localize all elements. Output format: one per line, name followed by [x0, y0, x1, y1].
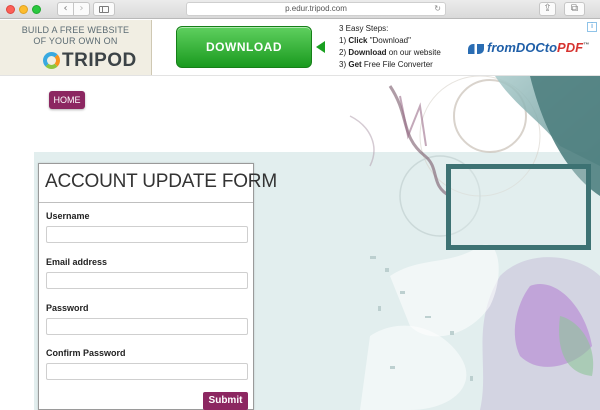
fromdoc-mark-icon	[468, 43, 484, 54]
password-input[interactable]	[46, 318, 248, 335]
zoom-window-button[interactable]	[32, 5, 41, 14]
steps-heading: 3 Easy Steps:	[339, 24, 389, 33]
step-1: 1) Click "Download"	[339, 36, 411, 45]
username-input[interactable]	[46, 226, 248, 243]
account-update-form: ACCOUNT UPDATE FORM Username Email addre…	[38, 163, 277, 410]
tabs-icon[interactable]: ⧉	[564, 2, 585, 16]
back-icon[interactable]: ‹	[57, 2, 74, 16]
tripod-logo: TRIPOD	[43, 50, 137, 72]
form-title: ACCOUNT UPDATE FORM	[45, 171, 277, 192]
minimize-window-button[interactable]	[19, 5, 28, 14]
step-3: 3) Get Free File Converter	[339, 60, 433, 69]
tripod-ad-line-2: OF YOUR OWN ON	[33, 36, 118, 46]
download-button[interactable]: DOWNLOAD	[176, 26, 312, 68]
title-divider	[39, 202, 253, 203]
email-input[interactable]	[46, 272, 248, 289]
confirm-password-label: Confirm Password	[46, 348, 126, 358]
share-icon[interactable]: ⇪	[539, 2, 556, 16]
browser-toolbar: ‹ › p.edur.tripod.com ↻ ⇪ ⧉	[0, 0, 600, 19]
home-button[interactable]: HOME	[49, 91, 85, 109]
password-label: Password	[46, 303, 89, 313]
arrow-left-icon	[316, 41, 325, 53]
tripod-ad[interactable]: BUILD A FREE WEBSITE OF YOUR OWN ON TRIP…	[0, 20, 152, 75]
address-bar[interactable]: p.edur.tripod.com ↻	[186, 2, 446, 16]
email-label: Email address	[46, 257, 108, 267]
ad-banner: BUILD A FREE WEBSITE OF YOUR OWN ON TRIP…	[0, 20, 600, 76]
submit-button[interactable]: Submit	[203, 392, 248, 410]
reload-icon[interactable]: ↻	[434, 3, 441, 15]
sidebar-icon[interactable]	[93, 2, 115, 16]
adchoices-icon[interactable]: i	[587, 22, 597, 32]
close-window-button[interactable]	[6, 5, 15, 14]
step-2: 2) Download on our website	[339, 48, 441, 57]
url-text: p.edur.tripod.com	[285, 4, 347, 13]
confirm-password-input[interactable]	[46, 363, 248, 380]
tripod-ad-line-1: BUILD A FREE WEBSITE	[21, 25, 130, 35]
fromdoctopdf-logo[interactable]: fromDOCtoPDF™	[468, 40, 589, 55]
forward-icon[interactable]: ›	[73, 2, 90, 16]
username-label: Username	[46, 211, 90, 221]
image-frame	[446, 164, 591, 250]
ad-steps[interactable]: 3 Easy Steps: 1) Click "Download" 2) Dow…	[339, 23, 441, 71]
